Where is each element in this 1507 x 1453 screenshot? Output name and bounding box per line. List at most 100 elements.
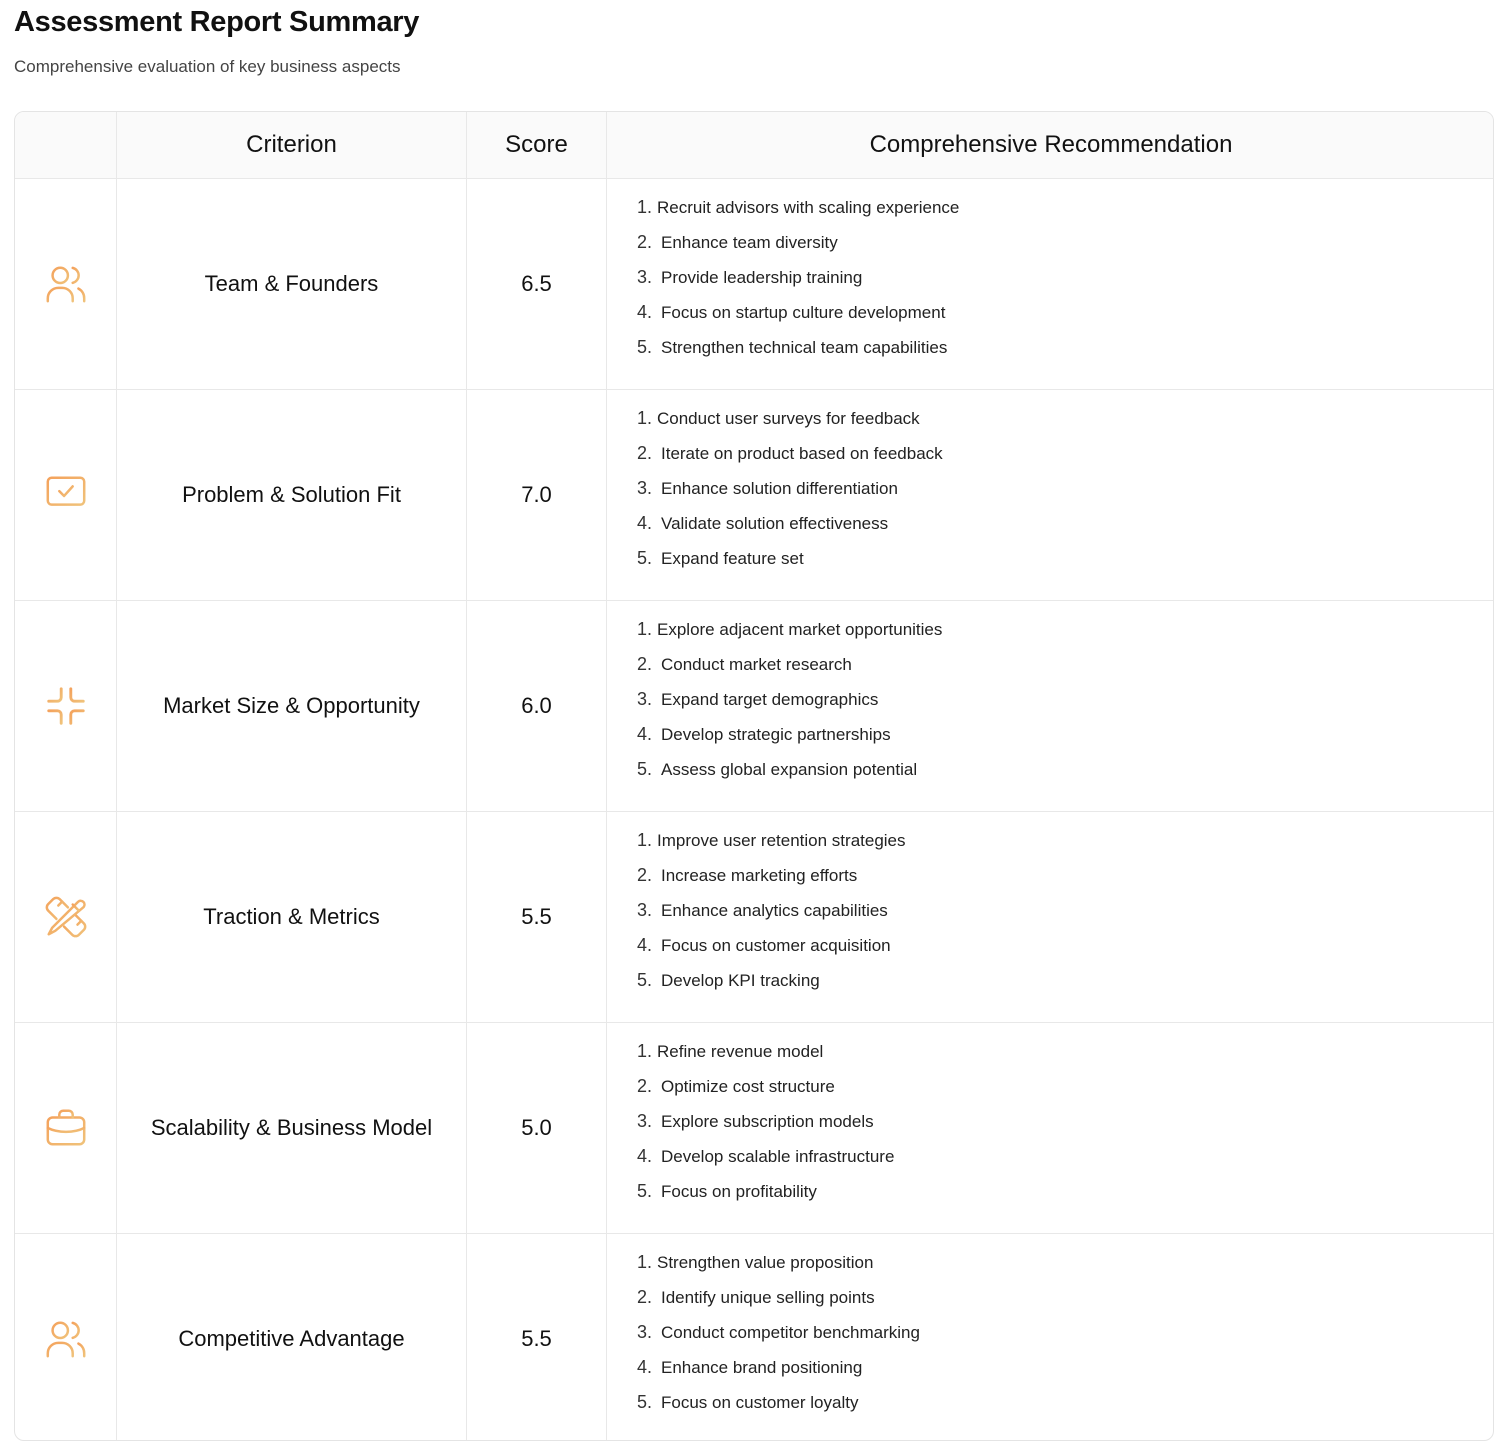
criterion-cell: Traction & Metrics bbox=[117, 812, 467, 1022]
recommendation-item: 4. Enhance brand positioning bbox=[637, 1357, 920, 1392]
recommendation-item: 5. Assess global expansion potential bbox=[637, 759, 942, 794]
recommendation-item: 5. Strengthen technical team capabilities bbox=[637, 337, 959, 372]
score-cell: 5.5 bbox=[467, 812, 607, 1022]
recommendation-item: 5. Focus on customer loyalty bbox=[637, 1392, 920, 1427]
recommendation-cell: 1. Explore adjacent market opportunities 2… bbox=[607, 601, 1493, 811]
recommendation-text: Explore subscription models bbox=[661, 1111, 874, 1131]
recommendation-text: Conduct market research bbox=[661, 654, 852, 674]
recommendation-text: Enhance analytics capabilities bbox=[661, 900, 888, 920]
recommendation-item: 1. Improve user retention strategies bbox=[637, 830, 906, 865]
header-icon-column bbox=[15, 112, 117, 178]
recommendation-item: 1. Conduct user surveys for feedback bbox=[637, 408, 943, 443]
recommendation-text: Enhance solution differentiation bbox=[661, 478, 898, 498]
recommendation-item: 5. Focus on profitability bbox=[637, 1181, 894, 1216]
recommendation-number: 2. bbox=[637, 864, 653, 885]
recommendation-number: 1. bbox=[637, 196, 653, 217]
criterion-cell: Team & Founders bbox=[117, 179, 467, 389]
recommendation-item: 3. Explore subscription models bbox=[637, 1111, 894, 1146]
recommendation-item: 1. Explore adjacent market opportunities bbox=[637, 619, 942, 654]
score-cell: 7.0 bbox=[467, 390, 607, 600]
recommendation-item: 5. Develop KPI tracking bbox=[637, 970, 906, 1005]
page-title: Assessment Report Summary bbox=[14, 6, 420, 38]
recommendation-number: 3. bbox=[637, 266, 653, 287]
recommendation-item: 3. Conduct competitor benchmarking bbox=[637, 1322, 920, 1357]
recommendation-number: 5. bbox=[637, 758, 653, 779]
recommendation-list: 1. Explore adjacent market opportunities 2… bbox=[607, 619, 942, 794]
criterion-cell: Scalability & Business Model bbox=[117, 1023, 467, 1233]
recommendation-item: 3. Expand target demographics bbox=[637, 689, 942, 724]
recommendation-number: 3. bbox=[637, 688, 653, 709]
recommendation-item: 2. Increase marketing efforts bbox=[637, 865, 906, 900]
score-cell: 5.5 bbox=[467, 1234, 607, 1440]
recommendation-cell: 1. Strengthen value proposition 2. Identify… bbox=[607, 1234, 1493, 1440]
header-criterion: Criterion bbox=[117, 112, 467, 178]
assessment-table: Criterion Score Comprehensive Recommenda… bbox=[14, 111, 1494, 1441]
recommendation-list: 1. Conduct user surveys for feedback 2. Ite… bbox=[607, 408, 943, 583]
recommendation-number: 1. bbox=[637, 829, 653, 850]
criterion-cell: Problem & Solution Fit bbox=[117, 390, 467, 600]
recommendation-text: Conduct competitor benchmarking bbox=[661, 1322, 920, 1342]
score-cell: 6.5 bbox=[467, 179, 607, 389]
recommendation-text: Conduct user surveys for feedback bbox=[657, 408, 920, 428]
recommendation-text: Strengthen value proposition bbox=[657, 1252, 874, 1272]
recommendation-item: 1. Refine revenue model bbox=[637, 1041, 894, 1076]
recommendation-number: 4. bbox=[637, 301, 653, 322]
recommendation-item: 4. Focus on customer acquisition bbox=[637, 935, 906, 970]
recommendation-number: 2. bbox=[637, 442, 653, 463]
recommendation-text: Strengthen technical team capabilities bbox=[661, 337, 948, 357]
recommendation-text: Develop scalable infrastructure bbox=[661, 1146, 895, 1166]
recommendation-item: 3. Provide leadership training bbox=[637, 267, 959, 302]
recommendation-text: Increase marketing efforts bbox=[661, 865, 858, 885]
recommendation-text: Validate solution effectiveness bbox=[661, 513, 889, 533]
table-header: Criterion Score Comprehensive Recommenda… bbox=[15, 112, 1493, 179]
recommendation-number: 1. bbox=[637, 1251, 653, 1272]
recommendation-list: 1. Refine revenue model 2. Optimize cost st… bbox=[607, 1041, 894, 1216]
recommendation-number: 3. bbox=[637, 1321, 653, 1342]
recommendation-number: 2. bbox=[637, 1075, 653, 1096]
users-icon bbox=[15, 1234, 117, 1440]
recommendation-number: 5. bbox=[637, 1180, 653, 1201]
recommendation-text: Explore adjacent market opportunities bbox=[657, 619, 943, 639]
recommendation-number: 1. bbox=[637, 407, 653, 428]
recommendation-item: 2. Identify unique selling points bbox=[637, 1287, 920, 1322]
recommendation-text: Refine revenue model bbox=[657, 1041, 824, 1061]
table-row: Competitive Advantage 5.5 1. Strengthen val… bbox=[15, 1234, 1493, 1440]
recommendation-number: 2. bbox=[637, 1286, 653, 1307]
recommendation-number: 5. bbox=[637, 547, 653, 568]
recommendation-text: Improve user retention strategies bbox=[657, 830, 906, 850]
recommendation-number: 5. bbox=[637, 1391, 653, 1412]
table-row: Scalability & Business Model 5.0 1. Refine … bbox=[15, 1023, 1493, 1234]
recommendation-list: 1. Recruit advisors with scaling experien… bbox=[607, 197, 959, 372]
recommendation-number: 2. bbox=[637, 231, 653, 252]
recommendation-text: Focus on customer loyalty bbox=[661, 1392, 859, 1412]
users-icon bbox=[15, 179, 117, 389]
recommendation-text: Provide leadership training bbox=[661, 267, 863, 287]
briefcase-icon bbox=[15, 1023, 117, 1233]
recommendation-number: 4. bbox=[637, 723, 653, 744]
recommendation-number: 4. bbox=[637, 1145, 653, 1166]
recommendation-cell: 1. Improve user retention strategies 2. Inc… bbox=[607, 812, 1493, 1022]
recommendation-item: 2. Iterate on product based on feedback bbox=[637, 443, 943, 478]
recommendation-text: Identify unique selling points bbox=[661, 1287, 875, 1307]
recommendation-text: Optimize cost structure bbox=[661, 1076, 835, 1096]
recommendation-item: 2. Conduct market research bbox=[637, 654, 942, 689]
recommendation-item: 1. Strengthen value proposition bbox=[637, 1252, 920, 1287]
recommendation-number: 3. bbox=[637, 899, 653, 920]
header-score: Score bbox=[467, 112, 607, 178]
recommendation-number: 3. bbox=[637, 1110, 653, 1131]
minimize-icon bbox=[15, 601, 117, 811]
table-row: Market Size & Opportunity 6.0 1. Explore ad… bbox=[15, 601, 1493, 812]
recommendation-number: 4. bbox=[637, 512, 653, 533]
recommendation-text: Enhance team diversity bbox=[661, 232, 838, 252]
recommendation-item: 4. Validate solution effectiveness bbox=[637, 513, 943, 548]
score-cell: 6.0 bbox=[467, 601, 607, 811]
recommendation-list: 1. Strengthen value proposition 2. Identify… bbox=[607, 1252, 920, 1427]
recommendation-item: 3. Enhance analytics capabilities bbox=[637, 900, 906, 935]
score-cell: 5.0 bbox=[467, 1023, 607, 1233]
recommendation-text: Focus on startup culture development bbox=[661, 302, 946, 322]
recommendation-number: 4. bbox=[637, 934, 653, 955]
criterion-cell: Market Size & Opportunity bbox=[117, 601, 467, 811]
recommendation-list: 1. Improve user retention strategies 2. Inc… bbox=[607, 830, 906, 1005]
recommendation-number: 2. bbox=[637, 653, 653, 674]
recommendation-item: 4. Develop scalable infrastructure bbox=[637, 1146, 894, 1181]
